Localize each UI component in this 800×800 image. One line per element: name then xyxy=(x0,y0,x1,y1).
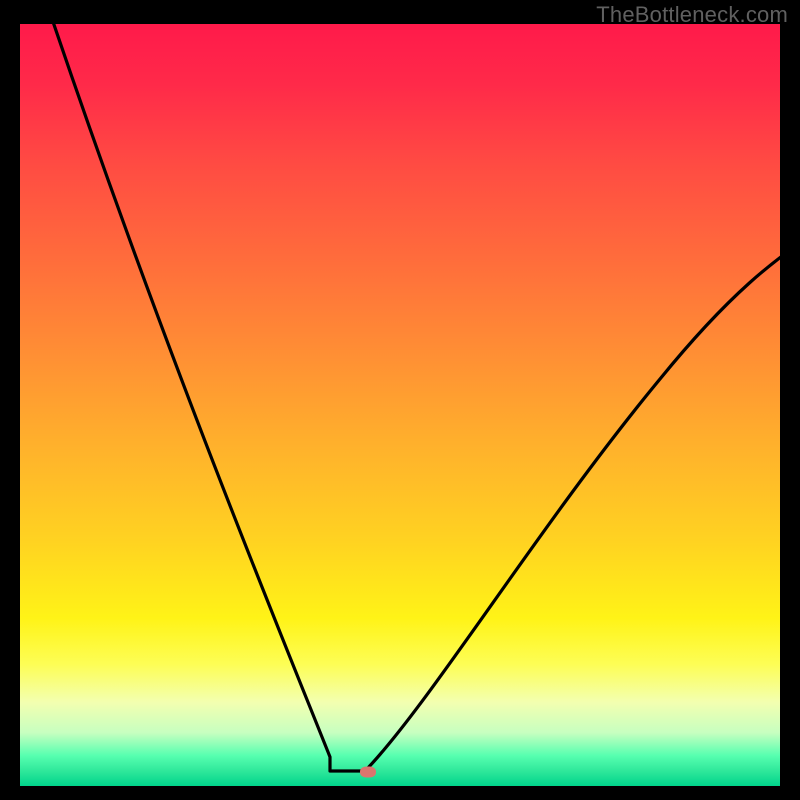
optimal-point-marker xyxy=(360,767,376,778)
chart-frame: TheBottleneck.com xyxy=(0,0,800,800)
curve-path xyxy=(47,24,780,771)
bottleneck-curve xyxy=(20,24,780,786)
plot-area xyxy=(20,24,780,786)
watermark-text: TheBottleneck.com xyxy=(596,2,788,28)
